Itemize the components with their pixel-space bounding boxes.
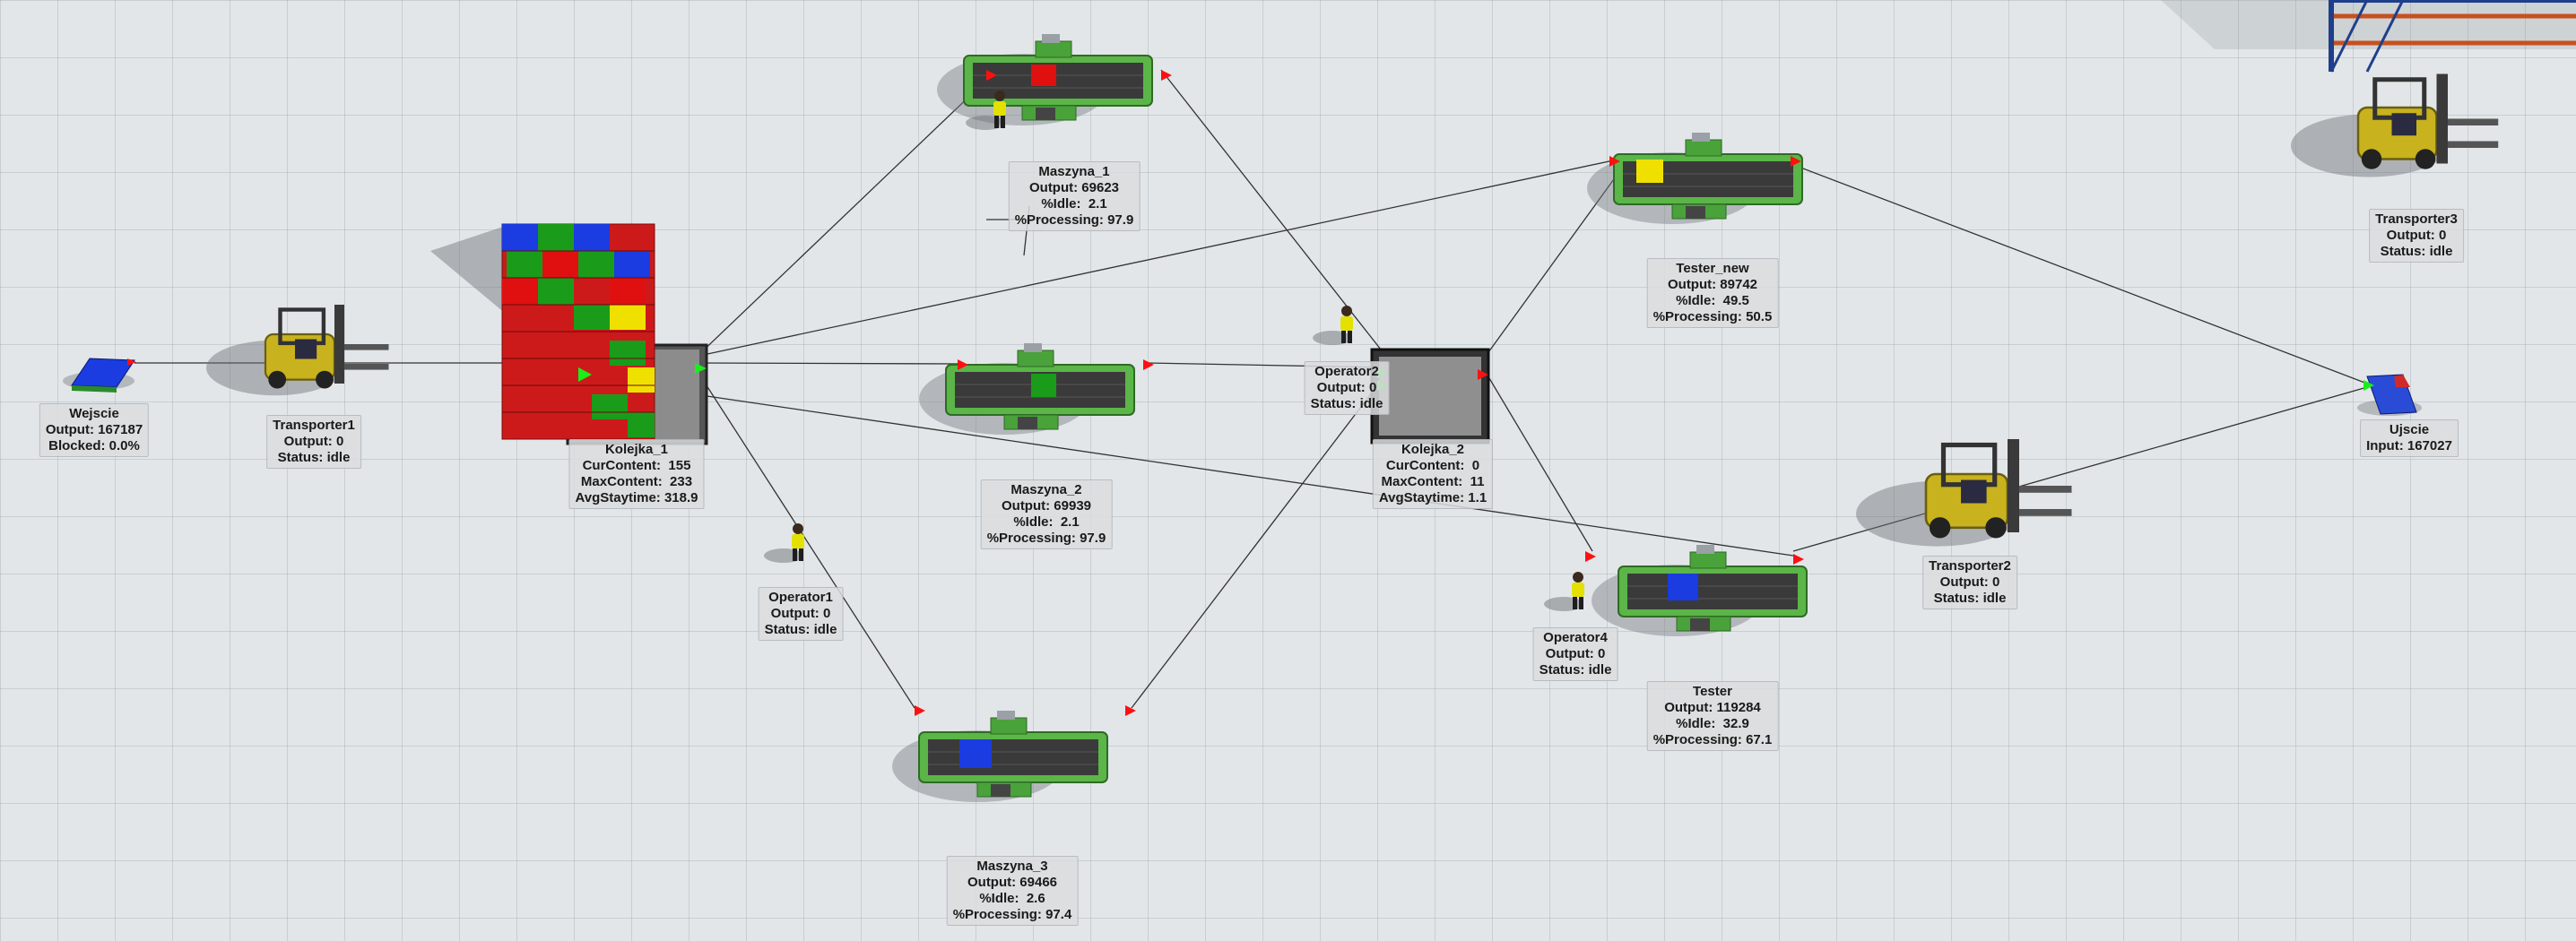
kolejka2-name: Kolejka_2 — [1401, 442, 1465, 457]
connector-lines — [134, 69, 2368, 709]
transporter1-name: Transporter1 — [273, 418, 355, 433]
operator2-label: Operator2 Output: 0 Status: idle — [1304, 361, 1390, 415]
maszyna2-name: Maszyna_2 — [1010, 482, 1082, 497]
wejscie-source[interactable] — [63, 358, 136, 393]
tester-new-name: Tester_new — [1676, 261, 1749, 276]
kolejka1-curcontent: CurContent: 155 — [582, 458, 691, 473]
maszyna3-label: Maszyna_3 Output: 69466 %Idle: 2.6 %Proc… — [946, 856, 1079, 926]
tester-new-output: Output: 89742 — [1667, 277, 1758, 292]
transporter3-name: Transporter3 — [2375, 212, 2458, 227]
maszyna1-idle: %Idle: 2.1 — [1041, 196, 1107, 212]
operator1-person[interactable] — [764, 523, 804, 563]
transporter1-forklift[interactable] — [206, 305, 389, 395]
operator2-name: Operator2 — [1314, 364, 1379, 379]
transporter3-output: Output: 0 — [2386, 228, 2447, 243]
ujscie-input: Input: 167027 — [2366, 438, 2452, 453]
kolejka1-name: Kolejka_1 — [604, 442, 669, 457]
transporter1-label: Transporter1 Output: 0 Status: idle — [266, 415, 361, 469]
ujscie-name: Ujscie — [2389, 422, 2430, 437]
maszyna1-machine[interactable] — [936, 33, 1172, 126]
operator2-output: Output: 0 — [1316, 380, 1377, 395]
transporter1-output: Output: 0 — [283, 434, 344, 449]
kolejka2-queue[interactable] — [1370, 348, 1490, 445]
maszyna3-processing: %Processing: 97.4 — [952, 907, 1072, 922]
tester-new-label: Tester_new Output: 89742 %Idle: 49.5 %Pr… — [1646, 258, 1779, 328]
kolejka1-maxcontent: MaxContent: 233 — [580, 474, 693, 489]
transporter2-forklift[interactable] — [1856, 439, 2072, 547]
operator1-label: Operator1 Output: 0 Status: idle — [758, 587, 844, 641]
maszyna1-processing: %Processing: 97.9 — [1014, 212, 1134, 228]
wejscie-name: Wejscie — [69, 406, 119, 421]
maszyna1-name: Maszyna_1 — [1038, 164, 1110, 179]
transporter3-status: Status: idle — [2380, 244, 2453, 259]
maszyna3-machine[interactable] — [891, 705, 1136, 803]
operator4-label: Operator4 Output: 0 Status: idle — [1532, 627, 1618, 681]
kolejka1-avgstaytime: AvgStaytime: 318.9 — [575, 490, 698, 505]
maszyna2-label: Maszyna_2 Output: 69939 %Idle: 2.1 %Proc… — [980, 479, 1113, 549]
operator4-name: Operator4 — [1543, 630, 1608, 645]
maszyna3-idle: %Idle: 2.6 — [979, 891, 1045, 906]
maszyna1-output: Output: 69623 — [1028, 180, 1120, 195]
kolejka2-label: Kolejka_2 CurContent: 0 MaxContent: 11 A… — [1372, 439, 1494, 509]
operator1-status: Status: idle — [764, 622, 837, 637]
kolejka1-queue[interactable] — [430, 223, 708, 445]
transporter2-label: Transporter2 Output: 0 Status: idle — [1922, 556, 2017, 609]
operator1-name: Operator1 — [768, 590, 833, 605]
maszyna1-label: Maszyna_1 Output: 69623 %Idle: 2.1 %Proc… — [1008, 161, 1141, 231]
maszyna2-idle: %Idle: 2.1 — [1013, 514, 1080, 530]
maszyna2-output: Output: 69939 — [1001, 498, 1092, 514]
wejscie-output: Output: 167187 — [45, 422, 143, 437]
tester-label: Tester Output: 119284 %Idle: 32.9 %Proce… — [1646, 681, 1779, 751]
wejscie-blocked: Blocked: 0.0% — [48, 438, 140, 453]
transporter2-name: Transporter2 — [1929, 558, 2011, 574]
operator4-output: Output: 0 — [1545, 646, 1606, 661]
storage-rack — [2161, 0, 2576, 73]
tester-machine[interactable] — [1585, 544, 1808, 637]
transporter2-status: Status: idle — [1933, 591, 2007, 606]
maszyna2-processing: %Processing: 97.9 — [986, 531, 1106, 546]
tester-new-processing: %Processing: 50.5 — [1652, 309, 1773, 324]
operator1-output: Output: 0 — [770, 606, 831, 621]
ujscie-sink[interactable] — [2357, 374, 2422, 416]
operator2-status: Status: idle — [1310, 396, 1383, 411]
transporter2-output: Output: 0 — [1939, 574, 2000, 590]
transporter1-status: Status: idle — [277, 450, 351, 465]
maszyna3-output: Output: 69466 — [967, 875, 1058, 890]
maszyna2-machine[interactable] — [918, 342, 1154, 436]
transporter3-label: Transporter3 Output: 0 Status: idle — [2369, 209, 2464, 263]
tester-name: Tester — [1693, 684, 1732, 699]
kolejka1-label: Kolejka_1 CurContent: 155 MaxContent: 23… — [568, 439, 705, 509]
operator4-person[interactable] — [1544, 572, 1584, 611]
wejscie-label: Wejscie Output: 167187 Blocked: 0.0% — [39, 403, 150, 457]
tester-processing: %Processing: 67.1 — [1652, 732, 1773, 747]
maszyna3-name: Maszyna_3 — [976, 859, 1048, 874]
operator4-status: Status: idle — [1539, 662, 1612, 678]
kolejka2-maxcontent: MaxContent: 11 — [1381, 474, 1485, 489]
tester-output: Output: 119284 — [1664, 700, 1761, 715]
kolejka2-avgstaytime: AvgStaytime: 1.1 — [1378, 490, 1487, 505]
tester-new-idle: %Idle: 49.5 — [1676, 293, 1749, 308]
ujscie-label: Ujscie Input: 167027 — [2360, 419, 2459, 457]
kolejka2-curcontent: CurContent: 0 — [1385, 458, 1480, 473]
tester-idle: %Idle: 32.9 — [1676, 716, 1749, 731]
transporter3-forklift[interactable] — [2291, 74, 2498, 177]
tester-new-machine[interactable] — [1586, 132, 1803, 225]
operator2-person[interactable] — [1313, 306, 1353, 345]
